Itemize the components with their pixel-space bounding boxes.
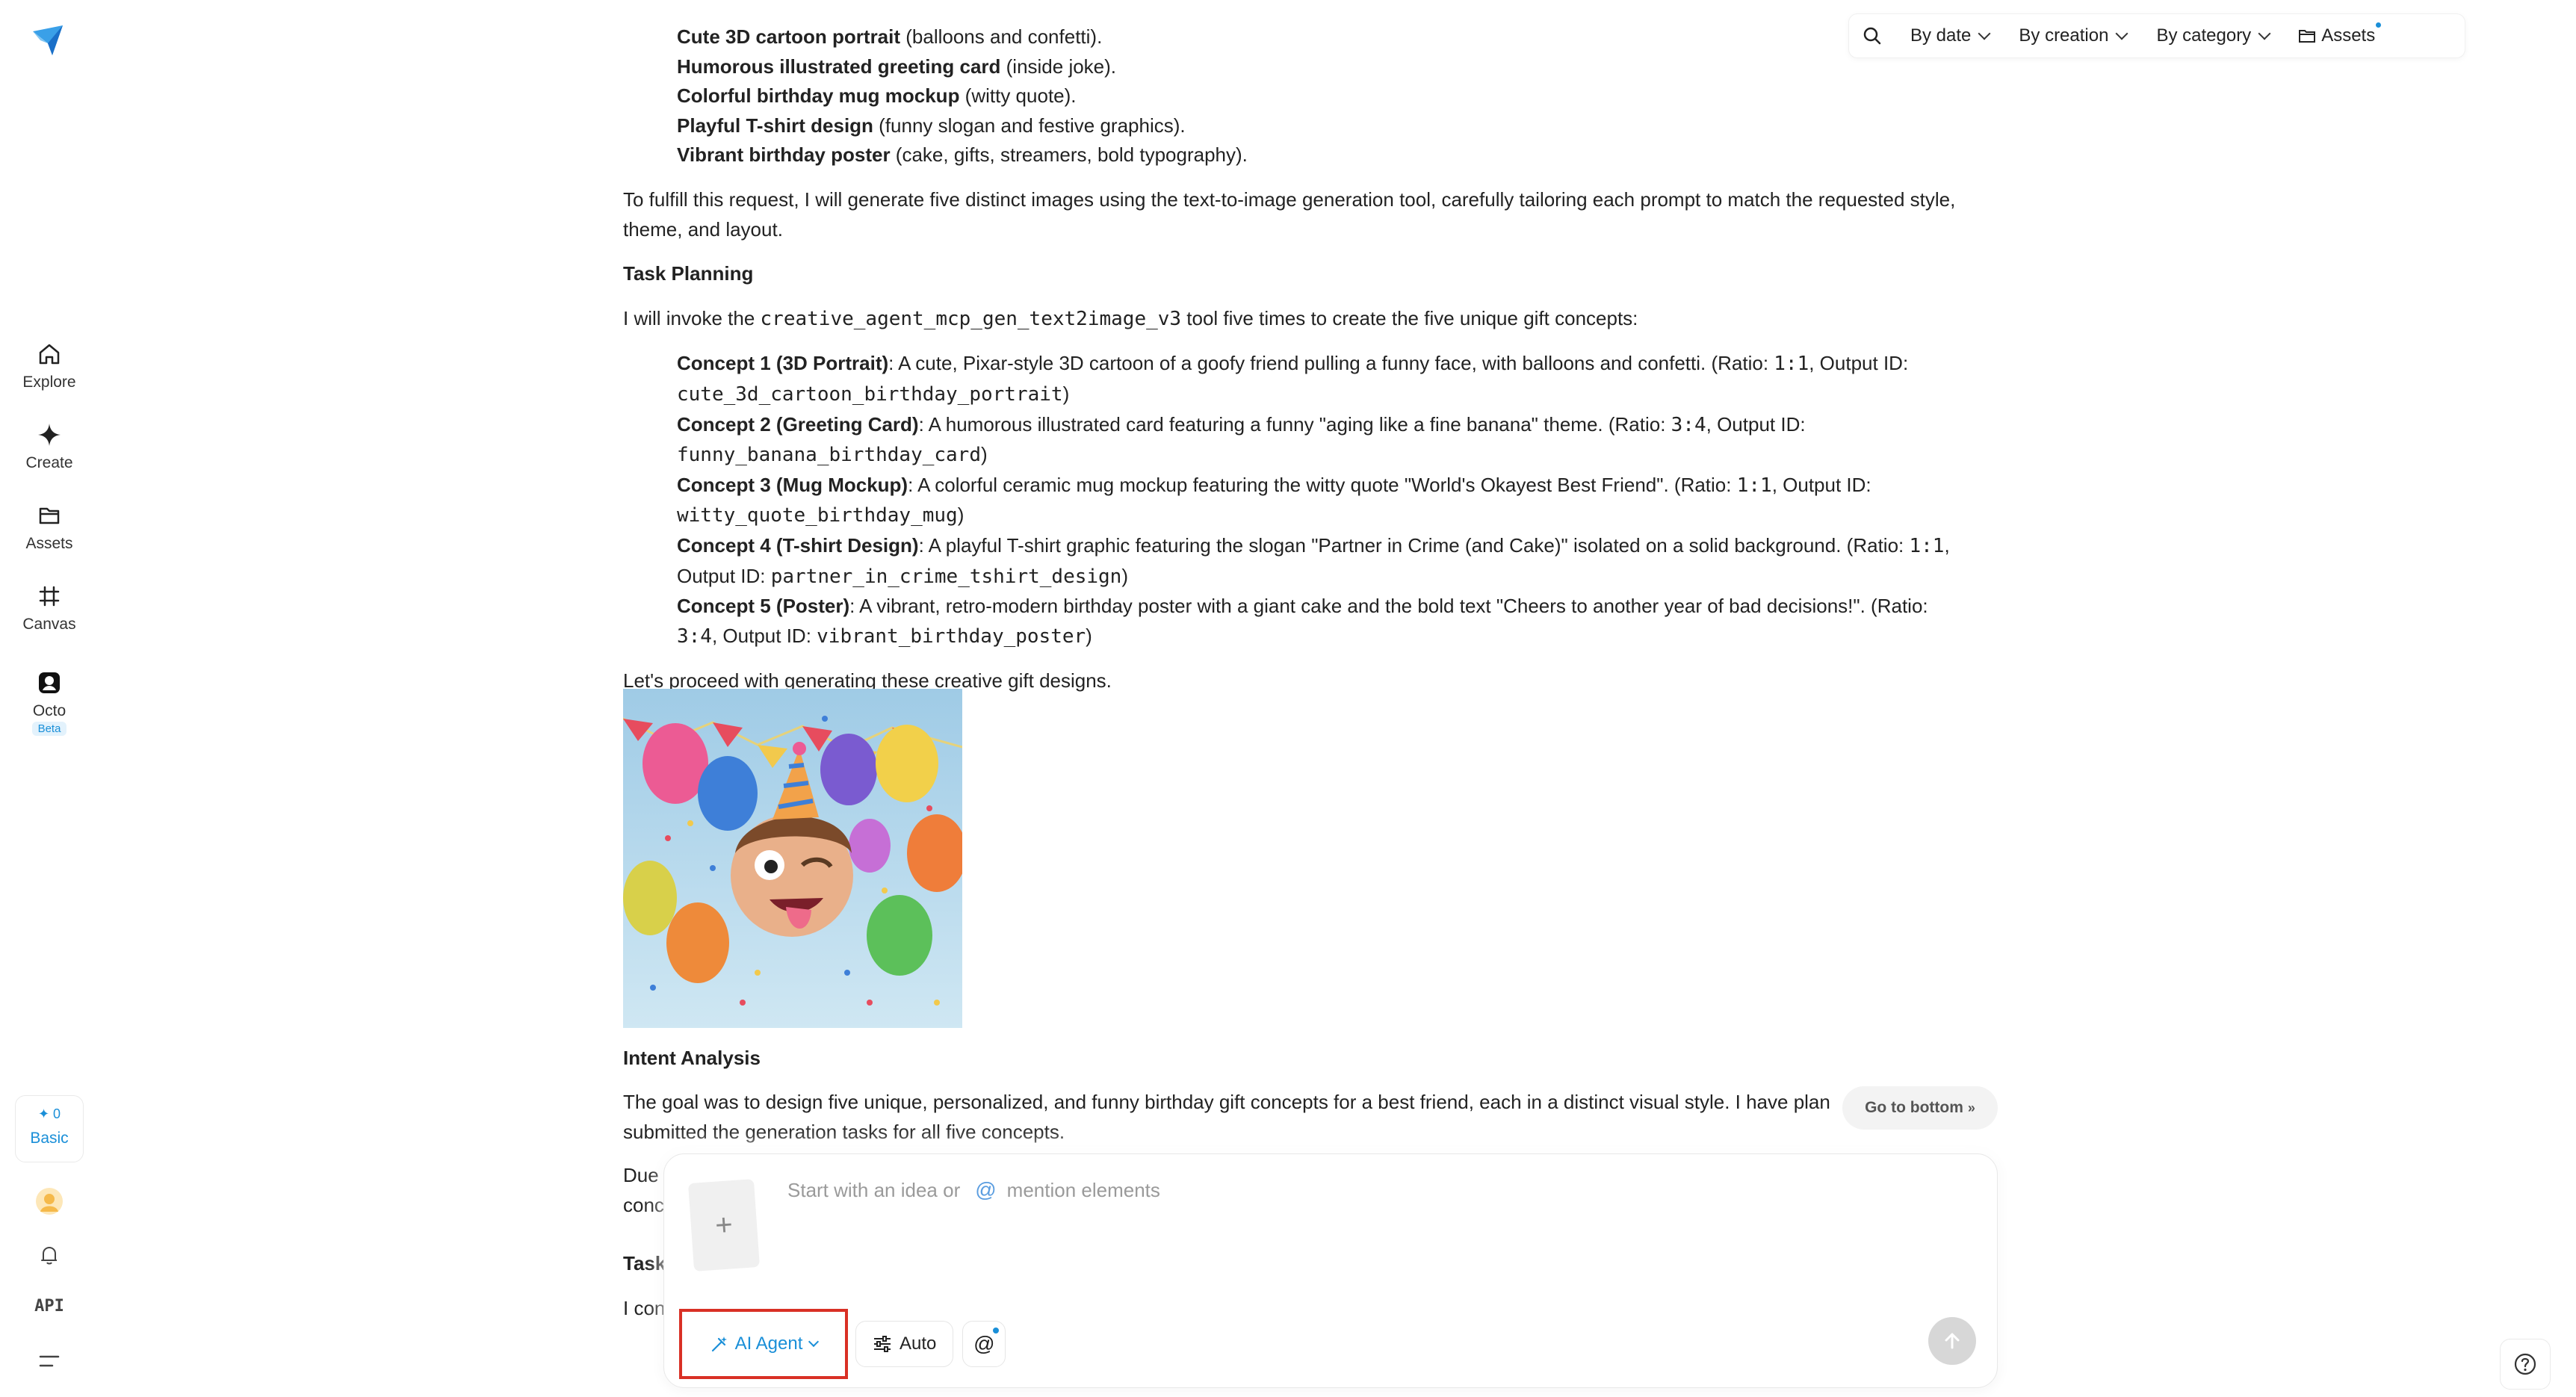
send-button[interactable] bbox=[1928, 1317, 1976, 1365]
assets-label: Assets bbox=[2321, 25, 2376, 46]
intent-heading: Intent Analysis bbox=[623, 1047, 761, 1069]
prompt-composer: + Start with an idea or @ mention elemen… bbox=[663, 1153, 1998, 1388]
sparkle-icon: ✦ bbox=[37, 1106, 50, 1121]
sidebar-item-label: Explore bbox=[22, 374, 76, 391]
list-item: Concept 4 (T-shirt Design): A playful T-… bbox=[677, 533, 1950, 588]
filter-by-category[interactable]: By category bbox=[2156, 25, 2271, 46]
sidebar-item-octo[interactable]: Octo Beta bbox=[0, 668, 99, 736]
invoke-paragraph: I will invoke the creative_agent_mcp_gen… bbox=[623, 306, 1638, 330]
list-item: Vibrant birthday poster (cake, gifts, st… bbox=[677, 143, 1248, 167]
octo-icon bbox=[39, 672, 60, 693]
intent-paragraph: The goal was to design five unique, pers… bbox=[623, 1091, 1830, 1143]
notification-dot bbox=[993, 1328, 1000, 1334]
task-planning-heading: Task Planning bbox=[623, 262, 754, 285]
sidebar-item-create[interactable]: Create bbox=[0, 420, 99, 472]
sidebar-item-label: Assets bbox=[25, 535, 73, 552]
list-item: Playful T-shirt design (funny slogan and… bbox=[677, 114, 1186, 137]
chevron-down-icon bbox=[2115, 27, 2128, 40]
generated-image-birthday-portrait[interactable] bbox=[623, 689, 962, 1028]
task-heading-partial: Task bbox=[623, 1252, 666, 1274]
list-item: Colorful birthday mug mockup (witty quot… bbox=[677, 84, 1077, 108]
sidebar-item-label: Create bbox=[25, 454, 73, 471]
sidebar-item-assets[interactable]: Assets bbox=[0, 501, 99, 553]
auto-settings-button[interactable]: Auto bbox=[855, 1321, 954, 1367]
fulfill-paragraph: To fulfill this request, I will generate… bbox=[623, 188, 1956, 241]
sparkle-icon bbox=[38, 424, 61, 446]
credit-value: 0 bbox=[53, 1106, 61, 1121]
api-link[interactable]: API bbox=[0, 1297, 99, 1316]
bell-icon[interactable] bbox=[36, 1242, 63, 1269]
auto-label: Auto bbox=[900, 1334, 937, 1354]
credit-count: ✦ 0 bbox=[16, 1106, 83, 1122]
beta-badge: Beta bbox=[31, 722, 67, 736]
folder-icon bbox=[2299, 30, 2316, 43]
folder-icon bbox=[39, 507, 60, 524]
at-icon: @ bbox=[975, 1178, 997, 1201]
plan-label: Basic bbox=[30, 1130, 69, 1147]
help-button[interactable] bbox=[2500, 1339, 2551, 1390]
due-paragraph: Due conc bbox=[623, 1164, 664, 1216]
help-icon bbox=[2514, 1353, 2536, 1375]
home-icon bbox=[39, 344, 60, 365]
sidebar-item-label: Octo bbox=[32, 702, 66, 719]
go-to-bottom-label: Go to bottom bbox=[1865, 1099, 1963, 1116]
filter-by-creation[interactable]: By creation bbox=[2019, 25, 2128, 46]
assets-button[interactable]: Assets bbox=[2297, 22, 2382, 46]
list-item: Concept 1 (3D Portrait): A cute, Pixar-s… bbox=[677, 352, 1909, 406]
chevron-double-down-icon: » bbox=[1967, 1100, 1975, 1115]
list-item: Concept 2 (Greeting Card): A humorous il… bbox=[677, 412, 1806, 467]
avatar[interactable] bbox=[36, 1188, 63, 1215]
chat-content: Cute 3D cartoon portrait (balloons and c… bbox=[623, 0, 1990, 1319]
chevron-down-icon bbox=[2258, 27, 2271, 40]
at-icon: @ bbox=[973, 1332, 995, 1355]
composer-toolbar: AI Agent Auto @ bbox=[679, 1309, 1006, 1379]
plan-badge[interactable]: ✦ 0 Basic bbox=[15, 1095, 84, 1162]
go-to-bottom-button[interactable]: Go to bottom » bbox=[1842, 1086, 1998, 1130]
add-reference-image-button[interactable]: + bbox=[687, 1179, 761, 1271]
notification-dot bbox=[2376, 22, 2382, 28]
logo-icon[interactable] bbox=[30, 21, 69, 60]
sidebar-item-label: Canvas bbox=[22, 616, 76, 633]
sidebar-item-explore[interactable]: Explore bbox=[0, 339, 99, 391]
ai-agent-label: AI Agent bbox=[734, 1334, 803, 1354]
list-item: Cute 3D cartoon portrait (balloons and c… bbox=[677, 25, 1103, 48]
filter-label: By category bbox=[2156, 25, 2252, 46]
arrow-up-icon bbox=[1945, 1333, 1960, 1349]
chevron-down-icon bbox=[808, 1336, 820, 1348]
list-item: Humorous illustrated greeting card (insi… bbox=[677, 55, 1117, 78]
mention-hint: mention elements bbox=[1006, 1178, 1160, 1201]
filter-label: By creation bbox=[2019, 25, 2109, 46]
paragraph-partial: I con bbox=[623, 1297, 666, 1319]
sliders-icon bbox=[874, 1336, 891, 1352]
plus-icon: + bbox=[713, 1207, 734, 1242]
canvas-icon bbox=[39, 586, 60, 607]
list-item: Concept 5 (Poster): A vibrant, retro-mod… bbox=[677, 595, 1928, 648]
sidebar-item-canvas[interactable]: Canvas bbox=[0, 581, 99, 634]
ai-agent-dropdown[interactable]: AI Agent bbox=[679, 1309, 848, 1379]
list-item: Concept 3 (Mug Mockup): A colorful ceram… bbox=[677, 473, 1871, 527]
menu-icon[interactable] bbox=[36, 1351, 63, 1373]
concept-list: Concept 1 (3D Portrait): A cute, Pixar-s… bbox=[623, 349, 1990, 651]
magic-wand-icon bbox=[711, 1336, 727, 1352]
mention-button[interactable]: @ bbox=[962, 1321, 1006, 1367]
prompt-input[interactable]: Start with an idea or @ mention elements bbox=[787, 1178, 1160, 1202]
sidebar: Explore Create Assets Canvas Octo Beta ✦… bbox=[0, 0, 99, 1397]
prompt-placeholder: Start with an idea or bbox=[787, 1178, 961, 1201]
style-list: Cute 3D cartoon portrait (balloons and c… bbox=[623, 22, 1990, 170]
